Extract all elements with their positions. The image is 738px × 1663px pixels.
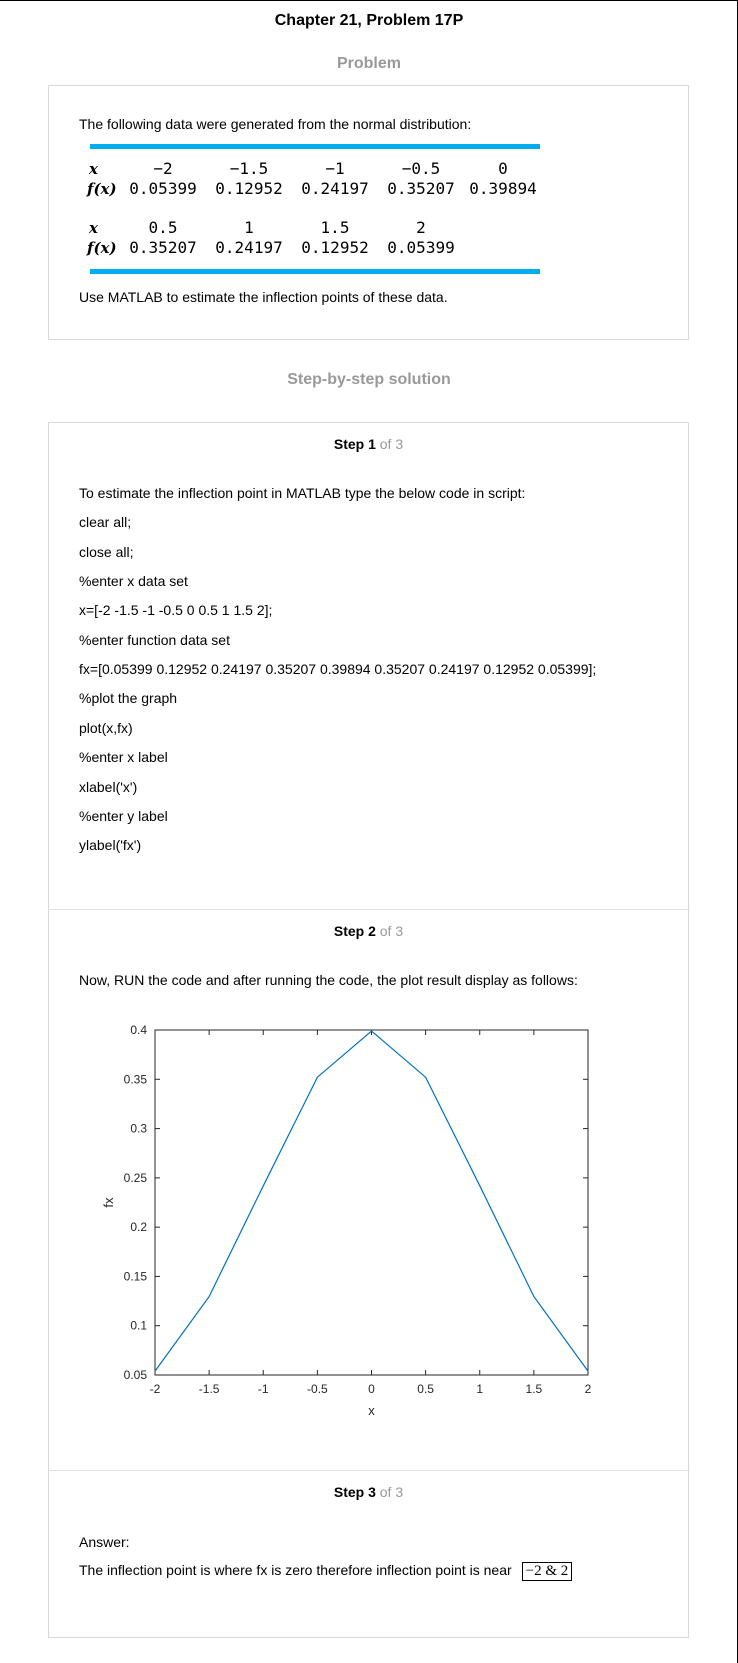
- table-rule-bottom: [90, 269, 540, 274]
- x-tick-label: 0.5: [417, 1382, 434, 1396]
- table-fx-label-2: f(x): [87, 239, 117, 257]
- step-1-line: %enter x data set: [79, 573, 188, 589]
- answer-box: −2 & 2: [521, 1562, 573, 1581]
- table-x-cell: −0.5: [401, 159, 441, 178]
- x-tick-label: -0.5: [307, 1382, 328, 1396]
- y-tick-label: 0.1: [130, 1319, 147, 1333]
- step-1-header: Step 1 of 3: [48, 436, 689, 452]
- step-1-line: xlabel('x'): [79, 779, 138, 795]
- table-x-cell: 0.5: [148, 218, 178, 237]
- table-fx-cell: 0.24197: [215, 238, 283, 257]
- step-divider: [48, 909, 689, 910]
- problem-intro: The following data were generated from t…: [79, 116, 472, 132]
- x-tick-label: 1.5: [526, 1382, 543, 1396]
- y-tick-label: 0.4: [130, 1023, 147, 1037]
- answer-line: The inflection point is where fx is zero…: [79, 1562, 573, 1581]
- y-tick-label: 0.05: [124, 1368, 148, 1382]
- x-tick-label: -2: [150, 1382, 161, 1396]
- table-x-cell: 2: [416, 218, 426, 237]
- step-1-line: ylabel('fx'): [79, 837, 142, 853]
- y-axis-label: fx: [101, 1197, 116, 1208]
- step-1-line: To estimate the inflection point in MATL…: [79, 485, 526, 501]
- step-1-label: Step 1: [333, 436, 376, 452]
- step-3-label: Step 3: [333, 1484, 376, 1500]
- x-tick-label: 2: [585, 1382, 592, 1396]
- table-fx-label-1: f(x): [87, 180, 117, 198]
- x-tick-label: 1: [476, 1382, 483, 1396]
- step-1-line: close all;: [79, 544, 134, 560]
- problem-box: The following data were generated from t…: [48, 85, 689, 340]
- solution-heading: Step-by-step solution: [287, 371, 451, 388]
- table-x-label-2: x: [89, 219, 98, 237]
- table-x-label-1: x: [89, 160, 98, 178]
- table-x-cell: −2: [153, 159, 173, 178]
- table-x-cell: 1: [244, 218, 254, 237]
- y-tick-label: 0.35: [124, 1072, 148, 1086]
- x-tick-label: -1.5: [199, 1382, 220, 1396]
- table-fx-cell: 0.05399: [387, 238, 455, 257]
- table-fx-cell: 0.12952: [301, 238, 369, 257]
- problem-question: Use MATLAB to estimate the inflection po…: [79, 289, 448, 305]
- step-1-line: %enter x label: [79, 749, 168, 765]
- step-1-line: plot(x,fx): [79, 720, 133, 736]
- line-chart: -2 -1.5 -1 -0.5 0 0.5 1 1.5 2 0.05 0.1 0.15 0.2 0.25 0…: [101, 1023, 592, 1415]
- plot-frame: [154, 1029, 589, 1376]
- table-fx-cell: 0.24197: [301, 179, 369, 198]
- x-tick-label: 0: [368, 1382, 375, 1396]
- answer-text: The inflection point is where fx is zero…: [79, 1562, 512, 1578]
- table-x-cell: −1: [325, 159, 345, 178]
- step-2-label: Step 2: [333, 923, 376, 939]
- table-fx-cell: 0.39894: [469, 179, 537, 198]
- y-tick-label: 0.2: [130, 1220, 147, 1234]
- step-2-of: of 3: [379, 923, 404, 939]
- table-x-cell: 1.5: [320, 218, 350, 237]
- step-1-line: %enter function data set: [79, 632, 230, 648]
- table-x-cell: −1.5: [229, 159, 269, 178]
- problem-heading: Problem: [336, 55, 401, 72]
- step-1-line: fx=[0.05399 0.12952 0.24197 0.35207 0.39…: [79, 661, 597, 677]
- answer-label: Answer:: [79, 1534, 130, 1550]
- step-1-line: %plot the graph: [79, 690, 178, 706]
- step-1-line: x=[-2 -1.5 -1 -0.5 0 0.5 1 1.5 2];: [79, 602, 273, 618]
- step-1-line: clear all;: [79, 514, 132, 530]
- step-3-of: of 3: [379, 1484, 404, 1500]
- x-axis-label: x: [368, 1403, 375, 1415]
- step-1-of: of 3: [379, 436, 404, 452]
- table-fx-cell: 0.35207: [129, 238, 197, 257]
- table-fx-cell: 0.05399: [129, 179, 197, 198]
- step-3-header: Step 3 of 3: [48, 1484, 689, 1500]
- step-2-text: Now, RUN the code and after running the …: [79, 972, 578, 988]
- table-rule-top: [90, 144, 540, 149]
- page-title: Chapter 21, Problem 17P: [274, 12, 464, 29]
- table-fx-cell: 0.35207: [387, 179, 455, 198]
- step-1-line: %enter y label: [79, 808, 168, 824]
- step-divider: [48, 1470, 689, 1471]
- y-tick-label: 0.3: [130, 1122, 147, 1136]
- y-tick-label: 0.15: [124, 1269, 148, 1283]
- y-tick-label: 0.25: [124, 1171, 148, 1185]
- top-border: [0, 0, 738, 1]
- table-fx-cell: 0.12952: [215, 179, 283, 198]
- x-tick-label: -1: [258, 1382, 269, 1396]
- table-x-cell: 0: [498, 159, 508, 178]
- step-2-header: Step 2 of 3: [48, 923, 689, 939]
